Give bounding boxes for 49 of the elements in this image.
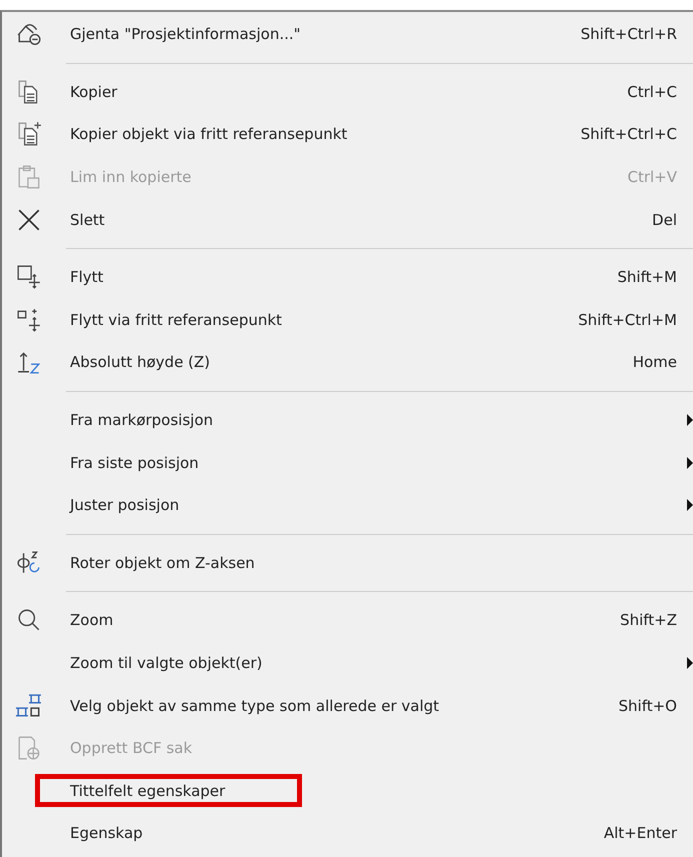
submenu-arrow-icon — [687, 456, 693, 469]
menu-item[interactable]: Kopier Ctrl+C — [2, 70, 693, 114]
shortcut-label: Shift+O — [618, 696, 677, 715]
shortcut-label: Shift+M — [617, 268, 677, 286]
menu-item[interactable]: Absolutt høyde (Z) Home — [2, 341, 693, 384]
menu-item-label: Flytt via fritt referansepunkt — [69, 310, 283, 331]
shortcut-label: Shift+Ctrl+C — [580, 125, 677, 144]
menu-item[interactable]: Kopier objekt via fritt referansepunkt Shift+Ctrl+C — [2, 113, 693, 156]
shortcut-label: Del — [652, 210, 677, 229]
menu-item[interactable]: Slett Del — [2, 198, 693, 241]
menu-item-label: Fra siste posisjon — [69, 452, 200, 474]
menu-item-label: Juster posisjon — [68, 495, 180, 516]
shortcut-label: Shift+Z — [620, 611, 677, 630]
menu-item-label: Zoom — [69, 610, 114, 632]
menu-item-label: Velg objekt av samme type som allerede er valgt — [69, 696, 440, 717]
menu-item-label: Lim inn kopierte — [69, 167, 192, 188]
menu-item[interactable]: Zoom til valgte objekt(er) — [2, 642, 693, 684]
menu-item[interactable]: Flytt via fritt referansepunkt Shift+Ctrl+M — [2, 298, 693, 342]
menu-item-label: Fra markørposisjon — [69, 410, 214, 432]
submenu-arrow-icon — [687, 499, 693, 512]
menu-item[interactable]: Fra markørposisjon — [2, 398, 693, 442]
menu-item-label: Slett — [69, 210, 106, 231]
menu-item-label: Egenskap — [69, 823, 144, 844]
shortcut-label: Ctrl+V — [627, 168, 677, 186]
menu-item-label: Kopier — [69, 82, 118, 103]
submenu-arrow-icon — [687, 657, 693, 670]
menu-item[interactable]: Velg objekt av samme type som allerede er valgt Shift+O — [2, 684, 693, 727]
menu-item-label: Absolutt høyde (Z) — [69, 352, 212, 374]
shortcut-label: Shift+Ctrl+M — [578, 310, 677, 329]
menu-item-label: Flytt — [69, 267, 104, 288]
menu-item[interactable]: Tittelfelt egenskaper — [2, 770, 693, 812]
menu-item-label: Zoom til valgte objekt(er) — [69, 653, 264, 674]
menu-item[interactable]: Zoom Shift+Z — [2, 599, 693, 642]
menu-item-label: Roter objekt om Z-aksen — [69, 552, 256, 574]
shortcut-label: Alt+Enter — [604, 824, 677, 842]
menu-item-label: Gjenta "Prosjektinformasjon..." — [69, 24, 302, 46]
menu-item-label: Kopier objekt via fritt referansepunkt — [69, 124, 348, 146]
menu-item[interactable]: Egenskap Alt+Enter — [2, 812, 693, 855]
menu-item[interactable]: Flytt Shift+M — [2, 256, 693, 299]
menu-item[interactable]: Roter objekt om Z-aksen — [2, 542, 693, 584]
submenu-arrow-icon — [687, 414, 693, 426]
shortcut-label: Shift+Ctrl+R — [580, 25, 677, 44]
menu-item[interactable]: Fra siste posisjon — [2, 441, 693, 484]
shortcut-label: Home — [632, 353, 677, 372]
menu-item-label: Opprett BCF sak — [69, 738, 194, 760]
shortcut-label: Ctrl+C — [627, 82, 677, 101]
menu-item-label: Tittelfelt egenskaper — [69, 780, 226, 802]
menu-item[interactable]: Gjenta "Prosjektinformasjon..." Shift+Ctrl+R — [2, 13, 693, 56]
menu-item[interactable]: Juster posisjon — [2, 484, 693, 527]
